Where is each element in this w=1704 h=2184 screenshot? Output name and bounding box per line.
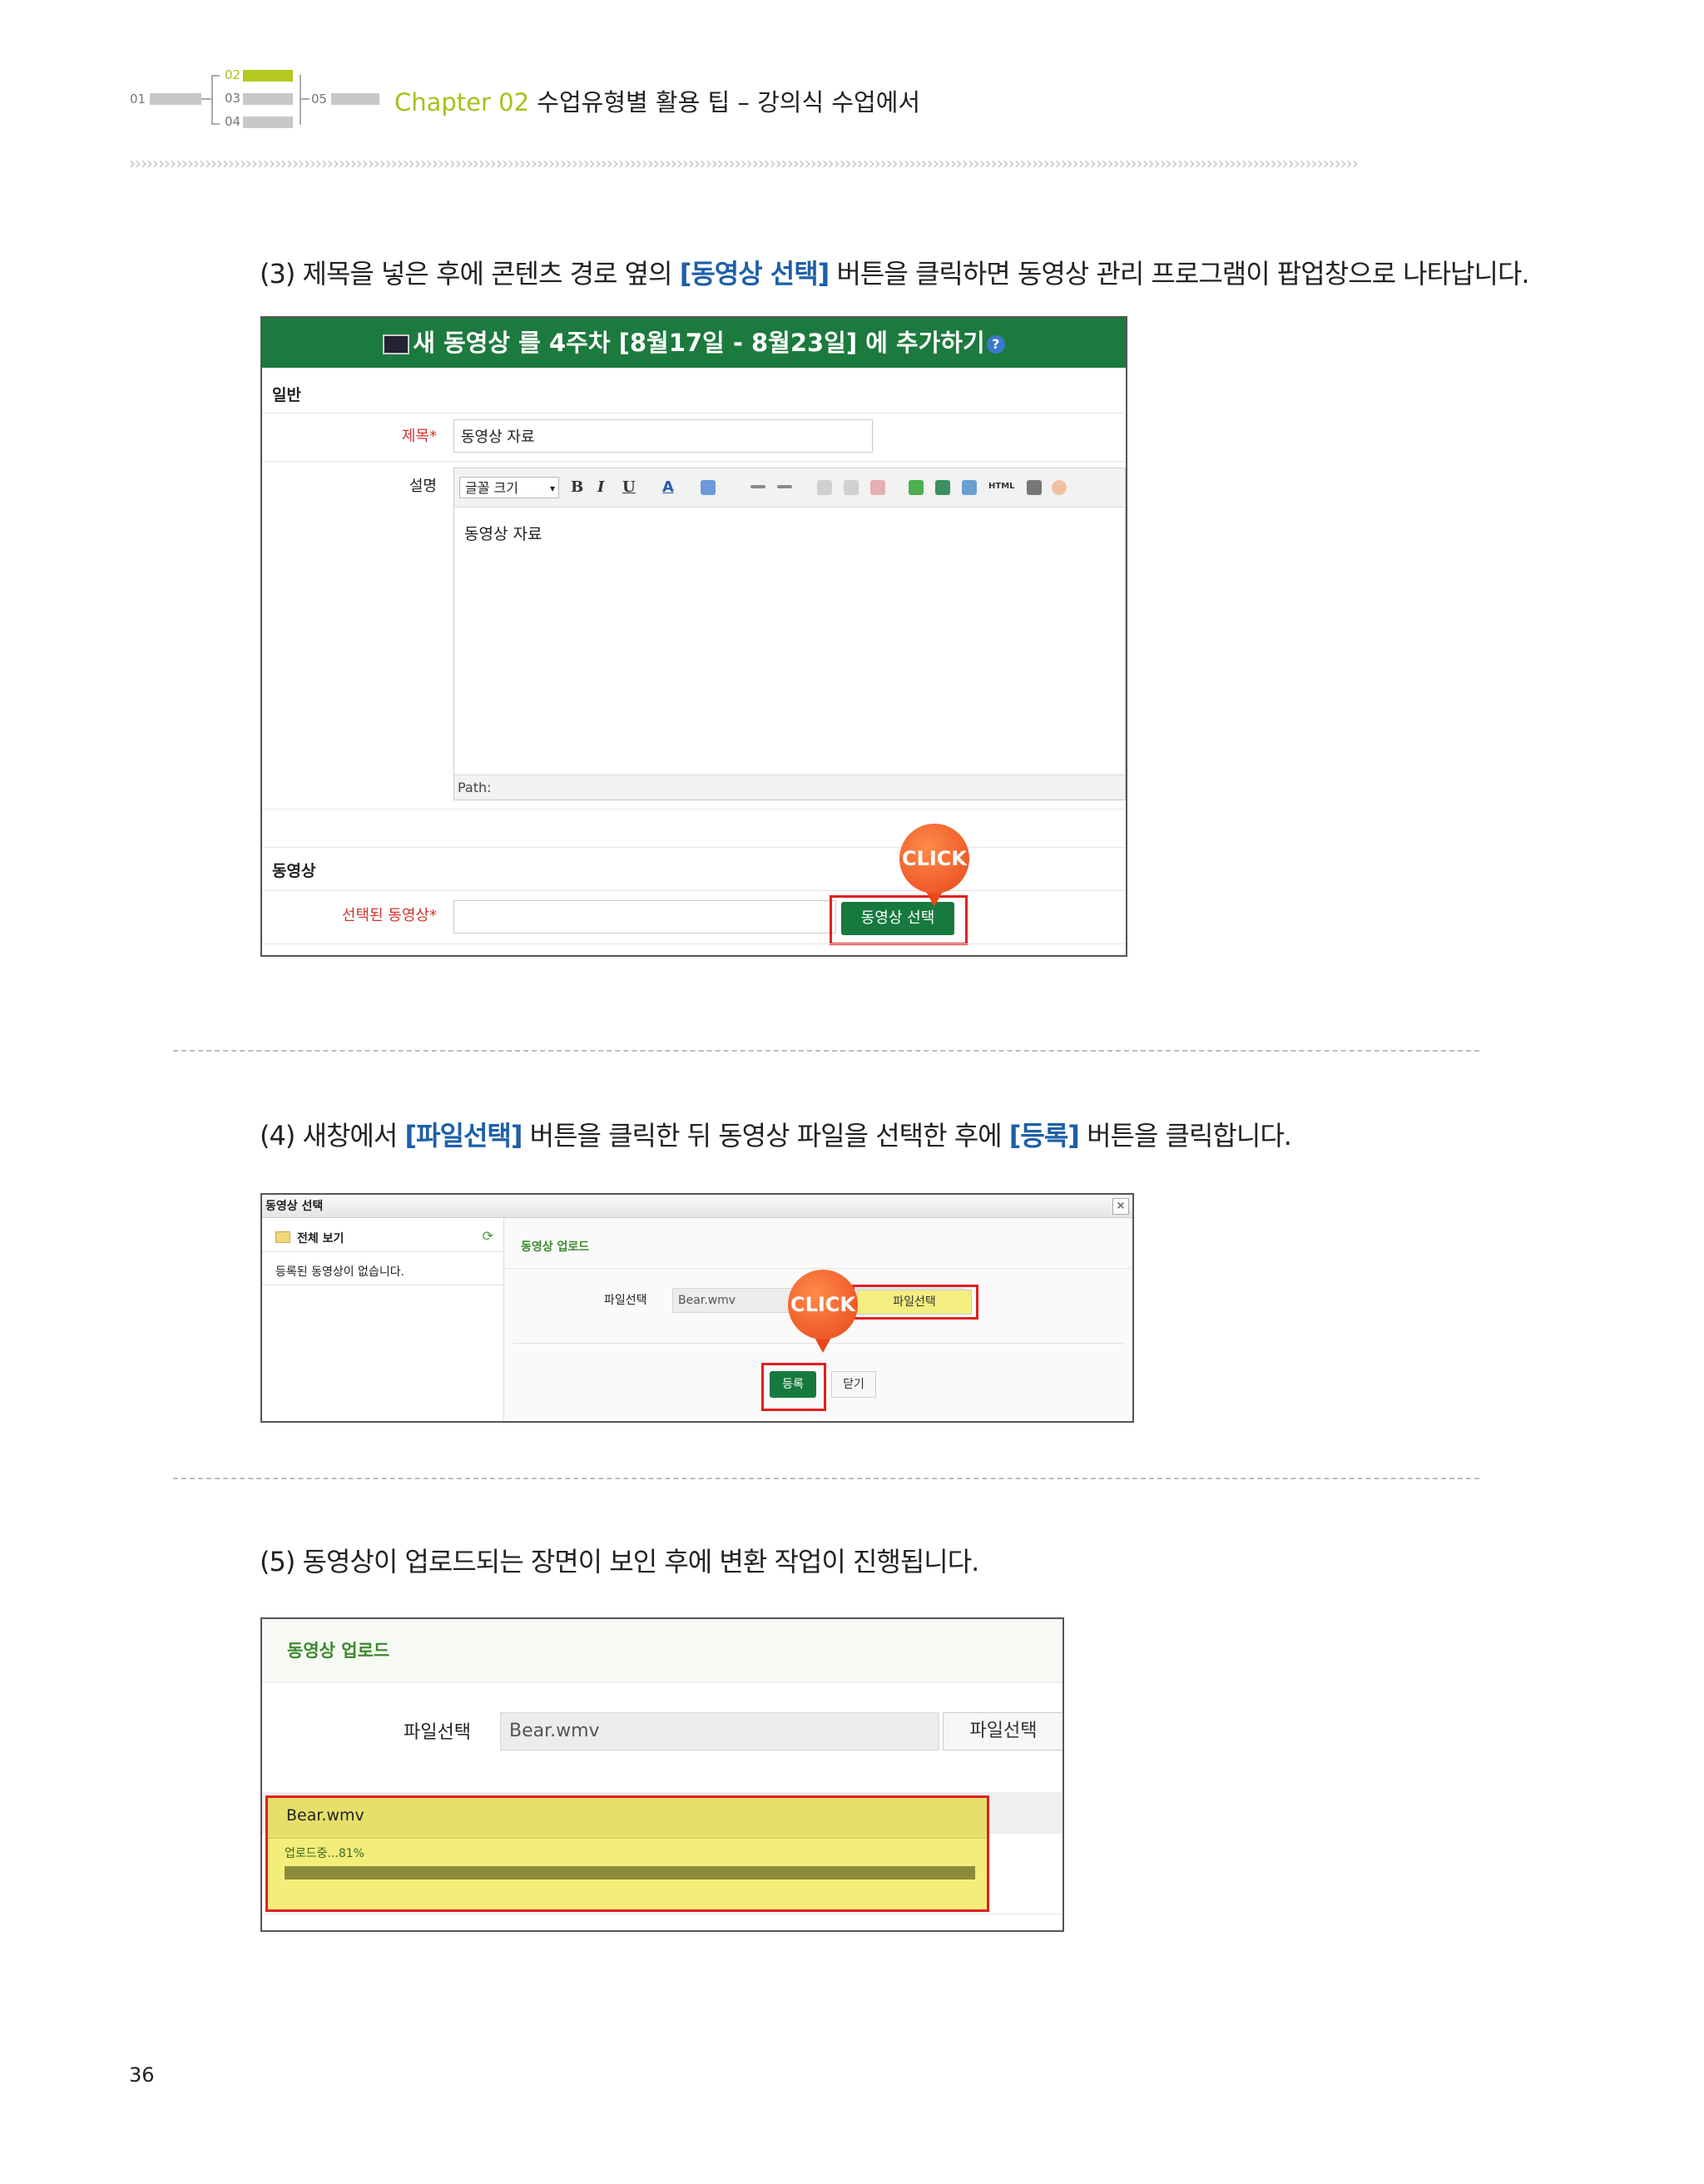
editor-path-bar: Path: xyxy=(454,775,1125,800)
row-divider xyxy=(262,943,1126,944)
rich-text-editor[interactable]: 글꼴 크기 ▾ B I U A HTML 동영상 자료 Path: xyxy=(453,468,1126,800)
nav-step-02: 02 xyxy=(225,67,241,82)
upload-progress-screenshot: 동영상 업로드 파일선택 Bear.wmv 파일선택 Bear.wmv 업로드중… xyxy=(260,1617,1064,1932)
folder-icon xyxy=(275,1231,290,1243)
progress-filename: Bear.wmv xyxy=(286,1806,364,1825)
title-input[interactable]: 동영상 자료 xyxy=(453,419,873,453)
media-icon[interactable] xyxy=(935,480,950,495)
nav-connector xyxy=(201,98,211,100)
file-select-label: 파일선택 xyxy=(404,1722,471,1743)
nav-bar-02-active xyxy=(243,70,293,82)
nav-connector xyxy=(300,75,301,125)
link-icon[interactable] xyxy=(817,480,832,495)
nav-bar-03 xyxy=(243,93,293,105)
selected-video-label: 선택된 동영상* xyxy=(341,907,437,924)
html-button[interactable]: HTML xyxy=(988,482,1015,491)
form-title: 새 동영상 를 4주차 [8월17일 - 8월23일] 에 추가하기 xyxy=(413,329,985,357)
nav-connector xyxy=(300,98,310,100)
image-icon[interactable] xyxy=(909,480,924,495)
window-title: 동영상 선택 xyxy=(265,1200,324,1213)
bullet-list-icon[interactable] xyxy=(750,485,765,488)
chevron-divider: ››››››››››››››››››››››››››››››››››››››››… xyxy=(129,153,1359,173)
section-general: 일반 xyxy=(272,386,301,404)
upload-progress-item: Bear.wmv 업로드중...81% xyxy=(265,1795,989,1912)
row-divider xyxy=(262,413,1126,414)
progress-status: 업로드중...81% xyxy=(285,1847,364,1860)
click-badge: CLICK xyxy=(899,824,969,894)
nav-step-05: 05 xyxy=(311,92,328,106)
help-ring-icon[interactable] xyxy=(1052,480,1067,495)
highlight-color-icon[interactable] xyxy=(701,480,716,495)
upload-heading: 동영상 업로드 xyxy=(287,1641,390,1661)
chapter-label: Chapter 02 xyxy=(394,88,530,116)
description-label: 설명 xyxy=(409,478,437,495)
unlink-icon[interactable] xyxy=(844,480,859,495)
nav-step-03: 03 xyxy=(225,91,241,106)
tree-header: 전체 보기 ⟳ xyxy=(262,1226,503,1252)
row-divider xyxy=(262,847,1126,848)
nav-bar-04 xyxy=(243,116,293,128)
register-button[interactable]: 등록 xyxy=(770,1371,816,1398)
title-label: 제목* xyxy=(401,428,437,445)
file-select-label: 파일선택 xyxy=(604,1294,647,1307)
italic-button[interactable]: I xyxy=(597,478,604,496)
add-video-form-screenshot: 새 동영상 를 4주차 [8월17일 - 8월23일] 에 추가하기? 일반 제… xyxy=(260,316,1127,957)
selected-video-input[interactable] xyxy=(453,900,836,934)
no-videos-message: 등록된 동영상이 없습니다. xyxy=(275,1265,405,1279)
text-color-button[interactable]: A xyxy=(662,478,674,496)
film-icon xyxy=(383,334,410,354)
chapter-title: Chapter 02 수업유형별 활용 팁 – 강의식 수업에서 xyxy=(394,83,920,118)
nav-bar-01 xyxy=(150,93,201,105)
file-select-button[interactable]: 파일선택 xyxy=(857,1290,972,1315)
row-divider xyxy=(262,809,1126,810)
nav-step-01: 01 xyxy=(130,92,146,106)
row-divider xyxy=(504,1268,1132,1269)
file-select-button[interactable]: 파일선택 xyxy=(943,1712,1063,1751)
row-divider xyxy=(262,461,1126,462)
numbered-list-icon[interactable] xyxy=(777,485,792,488)
editor-content[interactable]: 동영상 자료 xyxy=(464,522,542,544)
nav-connector xyxy=(211,75,213,125)
video-tree-panel: 전체 보기 ⟳ 등록된 동영상이 없습니다. xyxy=(262,1218,504,1421)
video-select-window-screenshot: 동영상 선택 × 전체 보기 ⟳ 등록된 동영상이 없습니다. 동영상 업로드 … xyxy=(260,1193,1134,1423)
edit-icon[interactable] xyxy=(962,480,977,495)
dashed-divider xyxy=(173,1478,1479,1479)
progress-track xyxy=(285,1866,975,1879)
refresh-icon[interactable]: ⟳ xyxy=(483,1228,493,1244)
underline-button[interactable]: U xyxy=(622,478,636,496)
window-title-bar: 동영상 선택 × xyxy=(262,1195,1132,1218)
anchor-icon[interactable] xyxy=(870,480,885,495)
file-path-input[interactable]: Bear.wmv xyxy=(500,1712,939,1751)
bold-button[interactable]: B xyxy=(571,478,583,496)
step-3-instruction: (3) 제목을 넣은 후에 콘텐츠 경로 옆의 [동영상 선택] 버튼을 클릭하… xyxy=(260,258,1530,290)
nav-connector xyxy=(211,123,220,125)
nav-connector xyxy=(211,75,220,77)
upload-header: 동영상 업로드 xyxy=(262,1619,1063,1683)
speaker-icon[interactable] xyxy=(1027,480,1042,495)
upload-heading: 동영상 업로드 xyxy=(521,1241,590,1254)
dashed-divider xyxy=(173,1050,1479,1052)
chapter-subtitle: 수업유형별 활용 팁 – 강의식 수업에서 xyxy=(529,88,921,116)
progress-fill xyxy=(285,1866,975,1879)
form-title-bar: 새 동영상 를 4주차 [8월17일 - 8월23일] 에 추가하기? xyxy=(262,318,1126,368)
close-icon[interactable]: × xyxy=(1112,1198,1129,1215)
click-badge: CLICK xyxy=(788,1270,858,1340)
font-size-select[interactable]: 글꼴 크기 ▾ xyxy=(459,477,559,498)
close-button[interactable]: 닫기 xyxy=(831,1371,876,1398)
step-4-instruction: (4) 새창에서 [파일선택] 버튼을 클릭한 뒤 동영상 파일을 선택한 후에… xyxy=(260,1120,1292,1151)
row-divider xyxy=(262,890,1126,891)
section-video: 동영상 xyxy=(272,862,316,880)
chevron-down-icon: ▾ xyxy=(549,483,555,494)
nav-bar-05 xyxy=(331,93,379,105)
step-5-instruction: (5) 동영상이 업로드되는 장면이 보인 후에 변환 작업이 진행됩니다. xyxy=(260,1546,979,1577)
help-icon[interactable]: ? xyxy=(986,335,1005,354)
select-video-button[interactable]: 동영상 선택 xyxy=(841,902,954,935)
tree-all-item[interactable]: 전체 보기 xyxy=(297,1230,344,1246)
page-number: 36 xyxy=(129,2063,155,2087)
nav-step-04: 04 xyxy=(225,114,241,129)
editor-toolbar: 글꼴 크기 ▾ B I U A HTML xyxy=(454,468,1125,508)
progress-file-header: Bear.wmv xyxy=(268,1798,987,1839)
